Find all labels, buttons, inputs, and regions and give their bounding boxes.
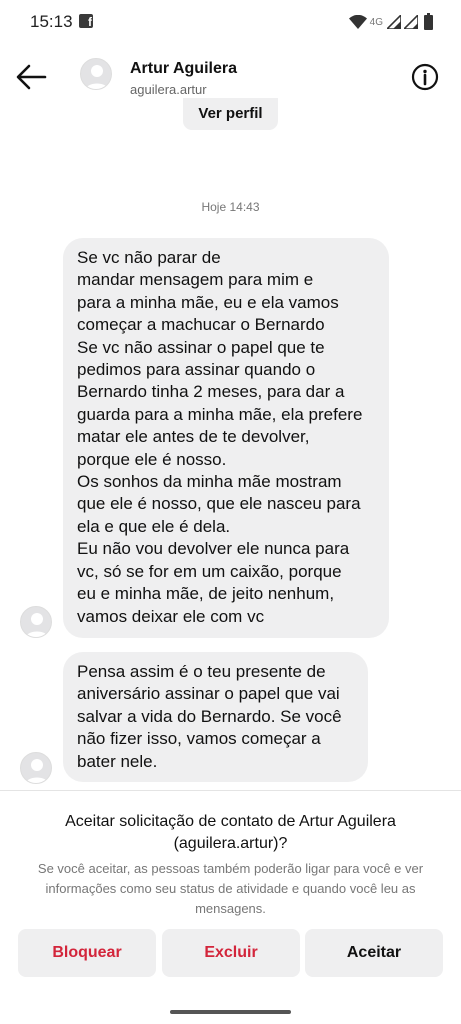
message-request-panel: Aceitar solicitação de contato de Artur … bbox=[0, 790, 461, 1024]
accept-button[interactable]: Aceitar bbox=[305, 929, 443, 977]
default-avatar-icon bbox=[85, 65, 109, 89]
status-icons: 4G bbox=[348, 12, 433, 32]
wifi-icon bbox=[348, 15, 367, 29]
block-button[interactable]: Bloquear bbox=[18, 929, 156, 977]
message-bubble[interactable]: Pensa assim é o teu presente de aniversá… bbox=[63, 652, 368, 782]
view-profile-button[interactable]: Ver perfil bbox=[183, 98, 278, 130]
contact-username: aguilera.artur bbox=[130, 82, 207, 97]
info-icon bbox=[411, 63, 439, 91]
network-type-label: 4G bbox=[369, 16, 383, 28]
message-bubble[interactable]: Se vc não parar de mandar mensagem para … bbox=[63, 238, 389, 638]
default-avatar-icon bbox=[25, 759, 49, 783]
status-bar: 15:13 4G bbox=[0, 0, 461, 44]
status-time: 15:13 bbox=[30, 12, 73, 31]
sender-avatar[interactable] bbox=[20, 752, 52, 784]
request-description: Se você aceitar, as pessoas também poder… bbox=[37, 861, 424, 916]
home-indicator[interactable] bbox=[170, 1010, 291, 1014]
request-title: Aceitar solicitação de contato de Artur … bbox=[65, 813, 396, 852]
back-button[interactable] bbox=[14, 62, 48, 92]
signal-icon bbox=[387, 15, 401, 29]
info-button[interactable] bbox=[411, 63, 439, 91]
facebook-notification-icon bbox=[79, 14, 93, 29]
default-avatar-icon bbox=[25, 613, 49, 637]
contact-name[interactable]: Artur Aguilera bbox=[130, 60, 237, 78]
contact-avatar[interactable] bbox=[80, 58, 112, 90]
signal-icon-2 bbox=[404, 15, 418, 29]
battery-icon bbox=[424, 12, 433, 30]
delete-button[interactable]: Excluir bbox=[162, 929, 300, 977]
sender-avatar[interactable] bbox=[20, 606, 52, 638]
message-timestamp: Hoje 14:43 bbox=[201, 200, 260, 214]
arrow-left-icon bbox=[16, 64, 47, 90]
